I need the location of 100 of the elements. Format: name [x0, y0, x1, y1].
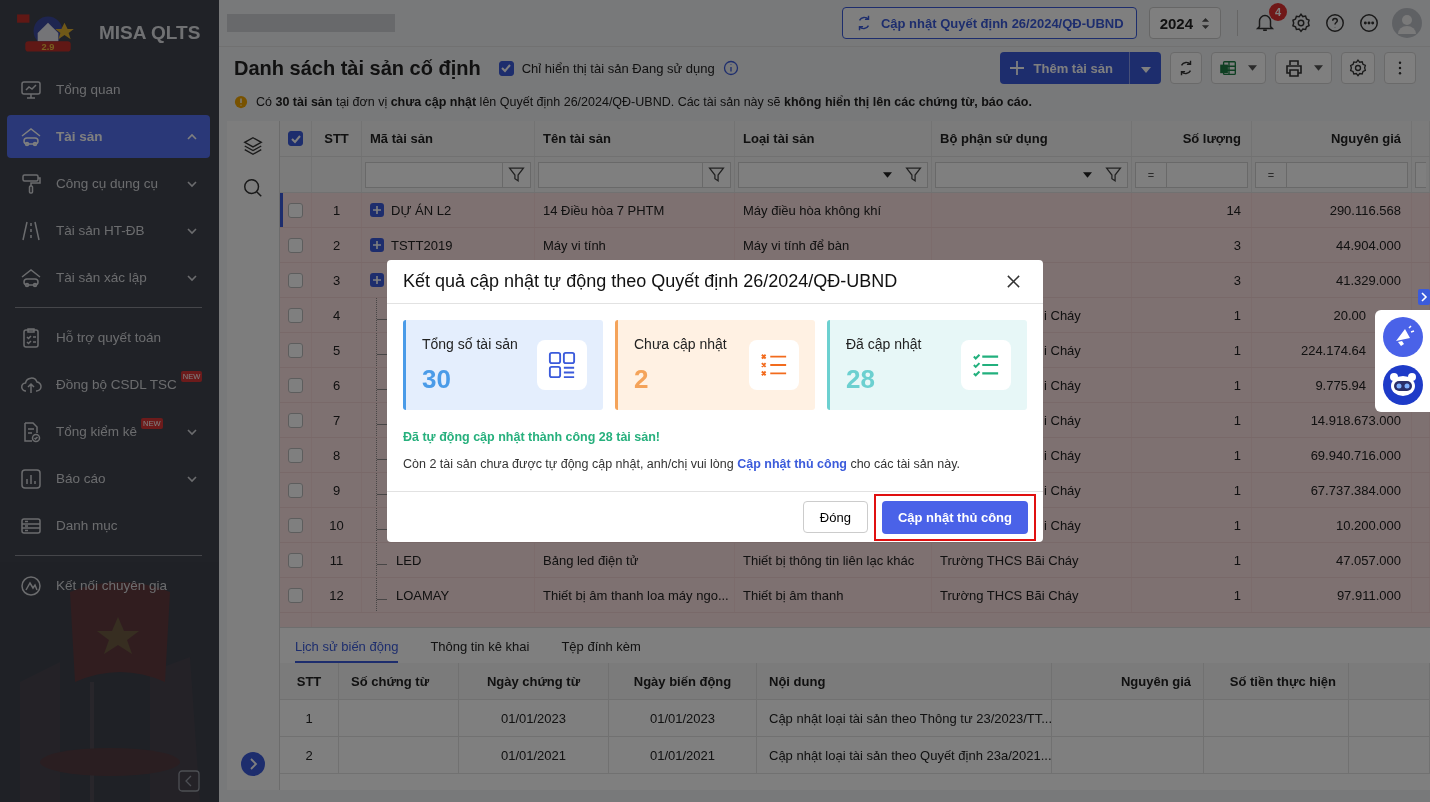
column-header: Ngày biến động [609, 663, 757, 699]
row-checkbox[interactable] [288, 552, 303, 568]
table-cell: Máy vi tính [543, 237, 606, 253]
table-row[interactable]: 1 DỰ ÁN L2 14 Điều hòa 7 PHTM Máy điều hòa không khí 14 290.116.568 [280, 193, 1430, 228]
filter-field[interactable] [365, 161, 531, 188]
expand-row-icon[interactable] [370, 203, 384, 217]
table-cell: Trường THCS Bãi Cháy [940, 552, 1079, 568]
manual-update-button[interactable]: Cập nhật thủ công [881, 500, 1028, 534]
sidebar-item[interactable]: Tài sản xác lập [7, 256, 210, 299]
table-row[interactable]: 12 LOAMAY Thiết bị âm thanh loa máy ngo... Thiết bị âm thanh Trường THCS Bãi Cháy 1 97.911.000 [280, 578, 1430, 613]
sidebar-item[interactable]: Tài sản [7, 115, 210, 158]
filter-field[interactable] [538, 161, 731, 188]
avatar-icon[interactable] [1392, 8, 1422, 38]
sidebar-item[interactable]: Danh mục [7, 504, 210, 547]
filter-icon[interactable] [708, 166, 725, 183]
search-icon[interactable] [242, 177, 264, 199]
sidebar-item[interactable]: Báo cáo [7, 457, 210, 500]
row-checkbox[interactable] [288, 342, 303, 358]
info-icon[interactable] [722, 60, 739, 76]
table-row[interactable]: 11 LED Bảng led điện tử Thiết bị thông tin liên lạc khác Trường THCS Bãi Cháy 1 47.057.000 [280, 543, 1430, 578]
row-checkbox[interactable] [288, 587, 303, 603]
paint-roller-icon [19, 171, 43, 196]
row-checkbox[interactable] [288, 517, 303, 533]
column-header[interactable]: Bộ phận sử dụng [932, 121, 1132, 156]
sidebar-item[interactable]: Công cụ dụng cụ [7, 162, 210, 205]
filter-icon[interactable] [1105, 166, 1122, 183]
table-cell: Cập nhật loại tài sản theo Thông tư 23/2023/TT... [757, 700, 1052, 736]
update-decision-button[interactable]: Cập nhật Quyết định 26/2024/QĐ-UBND [841, 7, 1137, 39]
filter-select[interactable] [738, 161, 928, 188]
filter-icon[interactable] [508, 166, 525, 183]
select-all-checkbox[interactable] [288, 131, 303, 146]
column-header: Nội dung [757, 663, 1052, 699]
column-header[interactable]: Tên tài sản [535, 121, 735, 156]
column-header: Ngày chứng từ [459, 663, 609, 699]
caret-icon [1248, 65, 1257, 71]
tab[interactable]: Thông tin kê khai [430, 639, 530, 663]
filter-field[interactable]: = [1135, 161, 1248, 188]
sidebar-item[interactable]: Kết nối chuyên gia [7, 564, 210, 607]
table-cell: 224.174.64 [1300, 342, 1366, 358]
filter-icon[interactable] [905, 166, 922, 183]
settings-icon[interactable] [1290, 12, 1312, 34]
filter-field[interactable]: = [1255, 161, 1408, 188]
table-cell: 3 [1233, 237, 1241, 253]
row-checkbox[interactable] [288, 412, 303, 428]
table-cell: 5 [312, 333, 362, 367]
column-header[interactable]: Mã tài sản [362, 121, 535, 156]
refresh-button[interactable] [1170, 52, 1202, 84]
add-asset-button[interactable]: Thêm tài sản [999, 52, 1129, 84]
active-only-checkbox[interactable]: Chỉ hiển thị tài sản Đang sử dụng [498, 60, 715, 76]
close-button[interactable]: Đóng [802, 501, 868, 533]
sidebar-item[interactable]: Tổng quan [7, 68, 210, 111]
row-checkbox[interactable] [288, 202, 303, 218]
row-checkbox[interactable] [288, 272, 303, 288]
excel-export-button[interactable] [1211, 52, 1266, 84]
megaphone-icon[interactable] [1382, 317, 1423, 357]
table-cell: 1 [1233, 517, 1241, 533]
settings-button[interactable] [1341, 52, 1375, 84]
filter-select[interactable] [935, 161, 1128, 188]
chevron-icon[interactable] [1418, 289, 1430, 305]
manual-update-link[interactable]: Cập nhật thủ công [737, 457, 847, 471]
table-row[interactable]: 2 TSTT2019 Máy vi tính Máy vi tính để bàn 3 44.904.000 [280, 228, 1430, 263]
collapse-icon[interactable] [178, 770, 200, 792]
column-header[interactable]: Số lượng [1132, 121, 1252, 156]
sidebar-item[interactable]: Tài sản HT-ĐB [7, 209, 210, 252]
expand-row-icon[interactable] [370, 238, 384, 252]
robot-icon[interactable] [1382, 365, 1423, 405]
table-cell: i Cháy [1044, 517, 1081, 533]
table-cell: 1 [280, 700, 339, 736]
table-cell: 1 [1233, 342, 1241, 358]
row-checkbox[interactable] [288, 237, 303, 253]
column-header[interactable]: Loại tài sản [735, 121, 932, 156]
column-header[interactable]: Nguyên giá [1252, 121, 1412, 156]
row-checkbox[interactable] [288, 307, 303, 323]
print-button[interactable] [1275, 52, 1332, 84]
row-checkbox[interactable] [288, 482, 303, 498]
sidebar-item[interactable]: Hỗ trợ quyết toán [7, 316, 210, 359]
row-checkbox[interactable] [288, 447, 303, 463]
operator-label[interactable]: = [1136, 162, 1167, 187]
tab[interactable]: Tệp đính kèm [561, 639, 641, 663]
table-cell: 4 [312, 298, 362, 332]
add-menu-button[interactable] [1129, 52, 1161, 84]
expand-row-icon[interactable] [370, 273, 384, 287]
operator-label[interactable]: = [1256, 162, 1287, 187]
column-header[interactable]: STT [312, 121, 362, 156]
layers-icon[interactable] [242, 135, 264, 157]
more-icon[interactable] [1358, 12, 1380, 34]
checklist-icon [972, 351, 1000, 379]
row-checkbox[interactable] [288, 377, 303, 393]
year-select[interactable]: 2024 [1148, 7, 1221, 39]
table-cell: 44.904.000 [1335, 237, 1401, 253]
expand-icon[interactable] [241, 752, 265, 776]
notification-count: 4 [1269, 3, 1287, 21]
table-cell: 01/01/2023 [459, 700, 609, 736]
close-icon[interactable] [1006, 274, 1021, 289]
plus-icon [1009, 61, 1024, 75]
table-cell: Cập nhật loại tài sản theo Quyết định 23a/2021... [757, 737, 1052, 773]
table-cell: LOAMAY [396, 587, 450, 603]
help-icon[interactable] [1324, 12, 1346, 34]
stat-value: 30 [422, 363, 452, 395]
table-cell: i Cháy [1044, 307, 1081, 323]
